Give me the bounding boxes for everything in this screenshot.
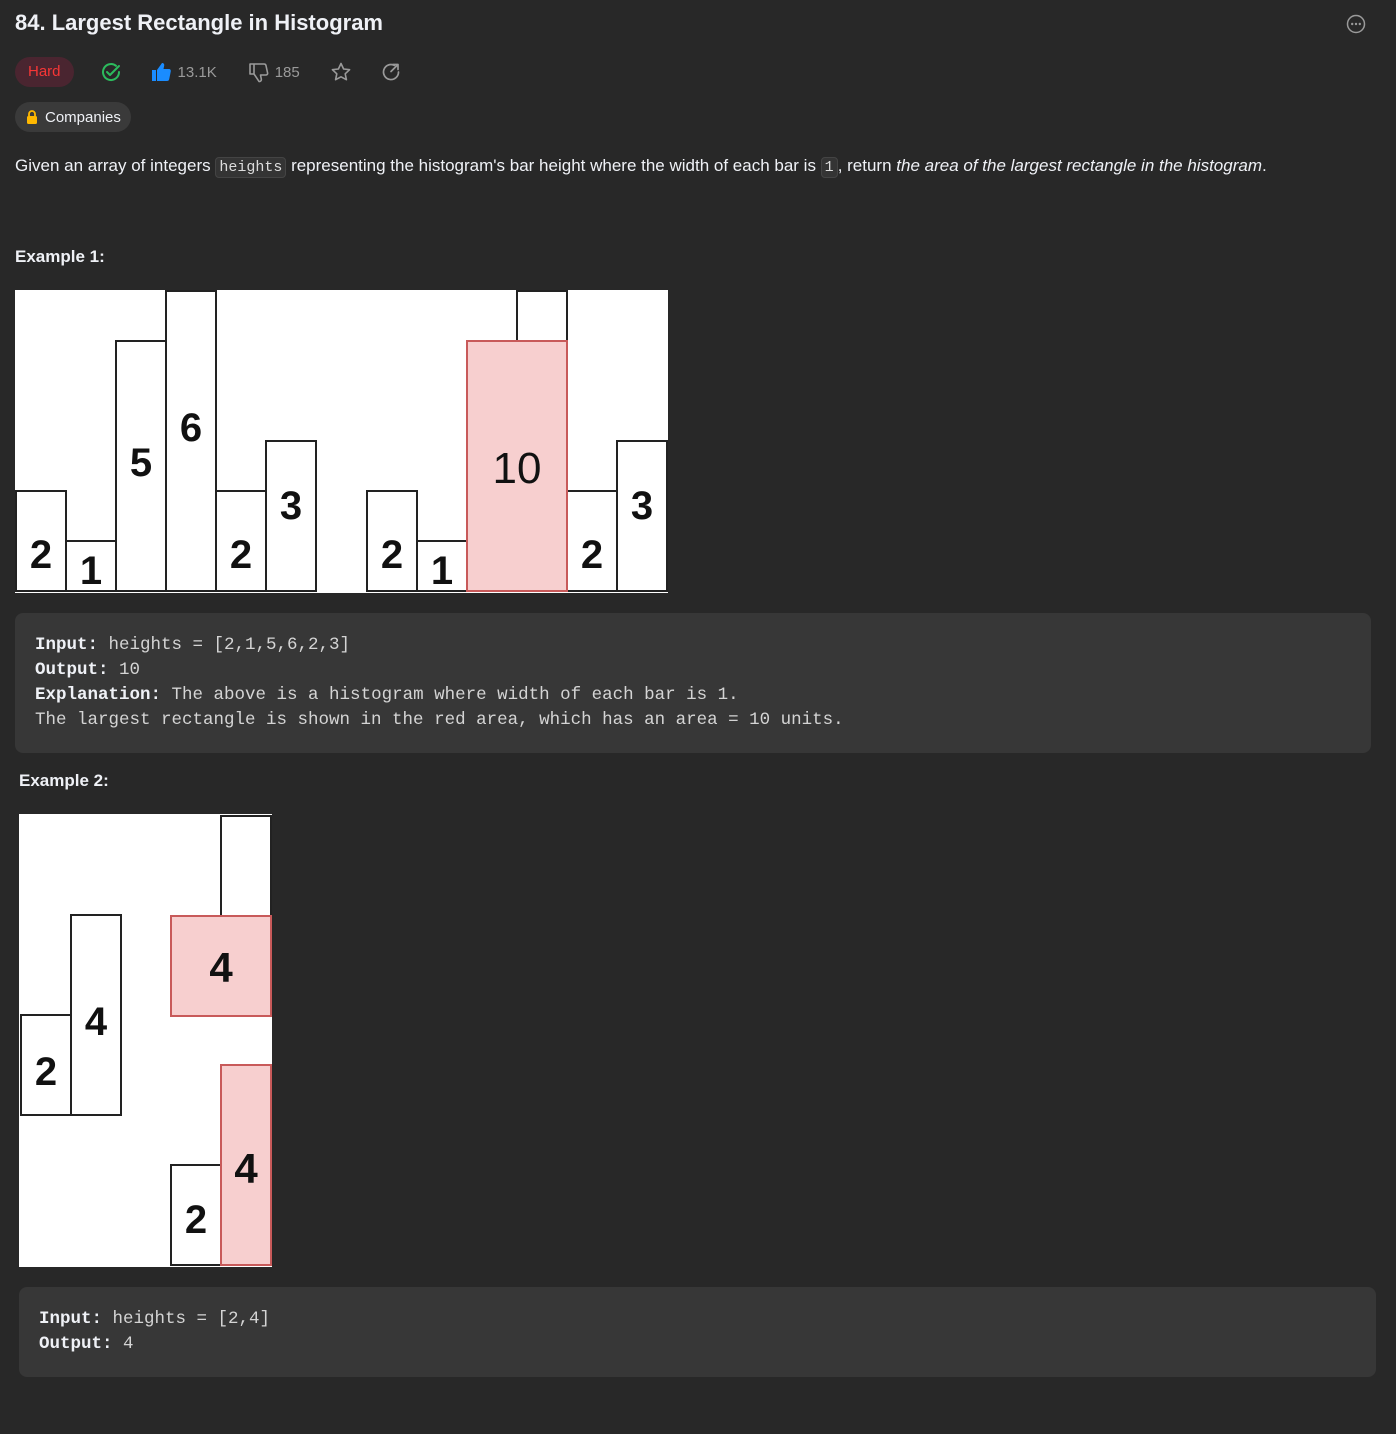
- explanation-text: The above is a histogram where width of …: [161, 685, 739, 705]
- inline-code-one: 1: [820, 157, 838, 178]
- bar-label: 4: [85, 1000, 108, 1044]
- lock-icon: [26, 110, 38, 124]
- page-edge: [1385, 757, 1396, 1434]
- bar-label: 2: [230, 533, 252, 577]
- bar-label: 5: [130, 441, 152, 485]
- desc-text: representing the histogram's bar height …: [286, 156, 821, 175]
- example-1-figure: 2 1 5 6 2 3 2 1 10 2 3: [15, 290, 668, 593]
- input-value: heights = [2,4]: [102, 1309, 271, 1329]
- highlight-label: 10: [493, 444, 542, 493]
- desc-text: , return: [837, 156, 897, 175]
- dislike-button[interactable]: 185: [247, 61, 300, 83]
- problem-description: Given an array of integers heights repre…: [15, 154, 1267, 180]
- bar-label: 1: [80, 549, 102, 593]
- histogram-bar: [220, 815, 272, 917]
- input-label: Input:: [39, 1309, 103, 1329]
- example-2-code-block: Input: heights = [2,4] Output: 4: [19, 1287, 1376, 1377]
- desc-text: .: [1262, 156, 1267, 175]
- bar-label: 2: [185, 1198, 207, 1242]
- explanation-text: The largest rectangle is shown in the re…: [35, 710, 844, 730]
- inline-code-heights: heights: [215, 157, 287, 178]
- dislike-count: 185: [274, 63, 300, 81]
- solved-check-icon: [100, 61, 122, 83]
- bar-label: 2: [381, 533, 403, 577]
- example-2-heading: Example 2:: [19, 771, 109, 790]
- bar-label: 3: [280, 484, 302, 528]
- bar-label: 2: [30, 533, 52, 577]
- explanation-label: Explanation:: [35, 685, 162, 705]
- like-count: 13.1K: [177, 63, 217, 81]
- thumbs-up-icon: [150, 61, 172, 83]
- star-icon[interactable]: [330, 61, 352, 83]
- histogram-1: 2 156232 11023: [15, 290, 668, 593]
- share-icon[interactable]: [380, 61, 402, 83]
- bar-label: 1: [431, 549, 453, 593]
- output-label: Output:: [35, 660, 109, 680]
- thumbs-down-icon: [247, 61, 269, 83]
- bar-label: 3: [631, 484, 653, 528]
- output-value: 4: [112, 1334, 134, 1354]
- example-1-heading: Example 1:: [15, 247, 105, 266]
- highlight-label: 4: [209, 944, 233, 991]
- desc-text: Given an array of integers: [15, 156, 216, 175]
- example-1-code-block: Input: heights = [2,1,5,6,2,3] Output: 1…: [15, 613, 1371, 753]
- bar-label: 2: [581, 533, 603, 577]
- meta-row: Hard 13.1K 185: [15, 57, 402, 87]
- scrollbar-track: [1385, 0, 1396, 757]
- more-options-icon[interactable]: [1346, 14, 1366, 34]
- input-value: heights = [2,1,5,6,2,3]: [98, 635, 351, 655]
- problem-title: 84. Largest Rectangle in Histogram: [15, 10, 383, 35]
- bar-label: 2: [35, 1050, 57, 1094]
- like-button[interactable]: 13.1K: [150, 61, 217, 83]
- companies-label: Companies: [45, 108, 121, 126]
- example-2-figure: 24442: [19, 814, 272, 1267]
- companies-tag[interactable]: Companies: [15, 102, 131, 132]
- input-label: Input:: [35, 635, 99, 655]
- histogram-2: 24442: [19, 814, 272, 1267]
- output-value: 10: [108, 660, 141, 680]
- difficulty-badge: Hard: [15, 57, 74, 87]
- bar-label: 6: [180, 406, 202, 450]
- output-label: Output:: [39, 1334, 113, 1354]
- highlight-label: 4: [234, 1145, 258, 1192]
- desc-emphasis: the area of the largest rectangle in the…: [896, 156, 1262, 175]
